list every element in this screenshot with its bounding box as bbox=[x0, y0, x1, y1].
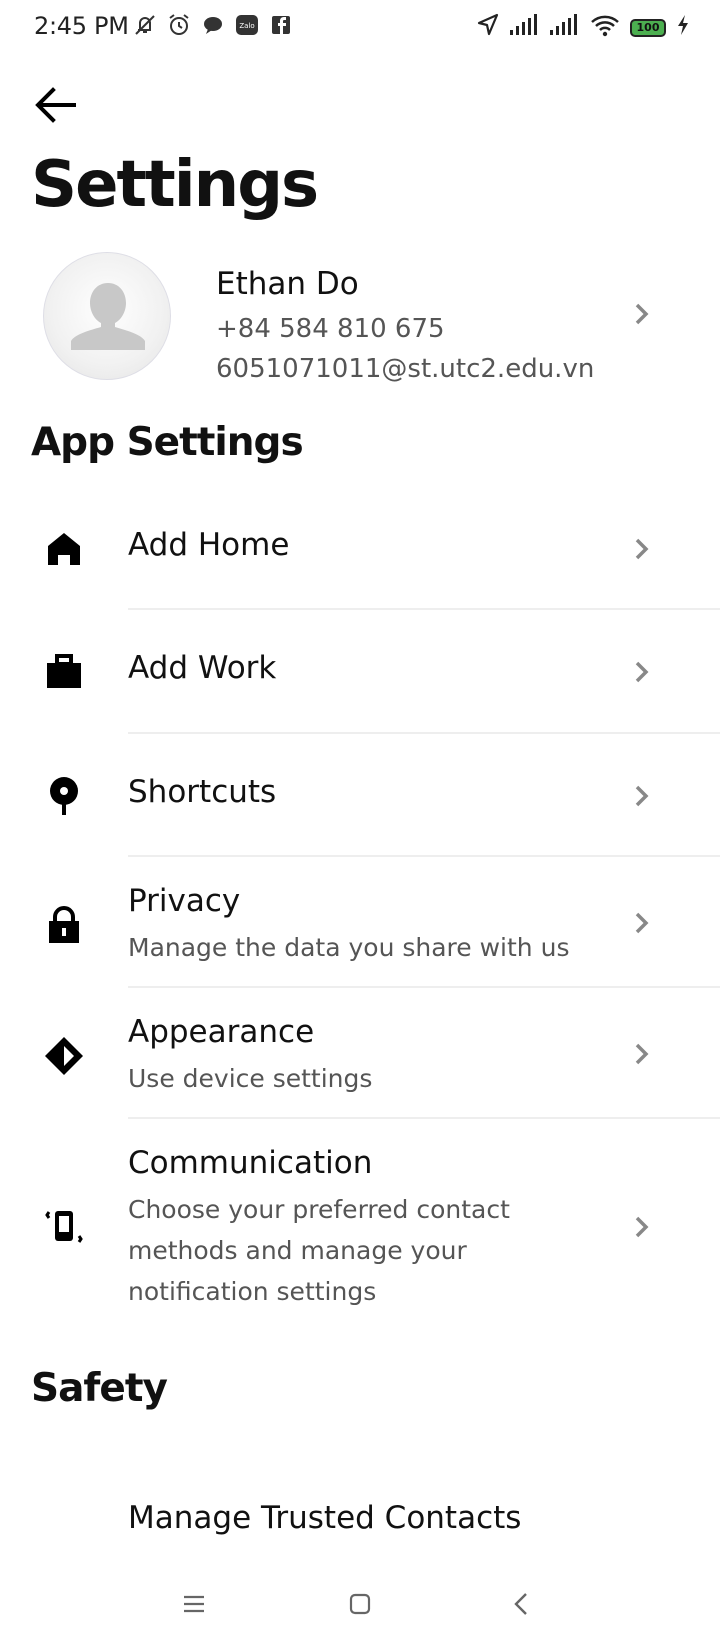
settings-item-communication[interactable]: Communication Choose your preferred cont… bbox=[0, 1137, 720, 1322]
chevron-right-icon bbox=[635, 912, 649, 934]
wifi-icon bbox=[590, 13, 620, 42]
subtitle-line: notification settings bbox=[128, 1277, 377, 1306]
settings-item-add-home[interactable]: Add Home bbox=[0, 505, 720, 610]
settings-item-subtitle: Choose your preferred contact methods an… bbox=[128, 1189, 598, 1312]
subtitle-line: Choose your preferred contact bbox=[128, 1195, 510, 1224]
settings-item-label: Communication bbox=[128, 1145, 373, 1181]
page-title: Settings bbox=[31, 148, 319, 222]
avatar bbox=[43, 252, 171, 380]
divider bbox=[128, 1117, 720, 1119]
facebook-icon bbox=[268, 12, 294, 38]
chevron-right-icon bbox=[635, 661, 649, 683]
status-bar: 2:45 PM Zalo 100 bbox=[0, 0, 720, 56]
settings-item-label: Add Work bbox=[128, 650, 277, 686]
zalo-icon: Zalo bbox=[234, 12, 260, 38]
system-status-icons: 100 bbox=[476, 12, 690, 43]
settings-item-label: Shortcuts bbox=[128, 774, 277, 810]
alarm-icon bbox=[166, 12, 192, 38]
settings-item-appearance[interactable]: Appearance Use device settings bbox=[0, 1006, 720, 1116]
chat-icon bbox=[200, 12, 226, 38]
settings-item-privacy[interactable]: Privacy Manage the data you share with u… bbox=[0, 875, 720, 985]
divider bbox=[128, 855, 720, 857]
system-nav-bar bbox=[0, 1560, 720, 1650]
settings-item-subtitle: Manage the data you share with us bbox=[128, 933, 570, 962]
chevron-right-icon bbox=[635, 538, 649, 560]
signal-icon bbox=[550, 14, 580, 41]
back-button[interactable] bbox=[30, 80, 80, 130]
appearance-icon bbox=[44, 1036, 84, 1076]
chevron-right-icon bbox=[635, 1043, 649, 1065]
section-title-app-settings: App Settings bbox=[31, 420, 304, 465]
section-title-safety: Safety bbox=[31, 1366, 168, 1411]
settings-item-shortcuts[interactable]: Shortcuts bbox=[0, 752, 720, 857]
notification-icons: Zalo bbox=[132, 12, 294, 38]
settings-item-label: Privacy bbox=[128, 883, 241, 919]
settings-item-manage-trusted-contacts[interactable]: Manage Trusted Contacts bbox=[0, 1460, 720, 1560]
pin-icon bbox=[44, 776, 84, 816]
arrow-left-icon bbox=[35, 87, 76, 123]
settings-item-subtitle: Use device settings bbox=[128, 1064, 373, 1093]
settings-item-add-work[interactable]: Add Work bbox=[0, 628, 720, 733]
person-placeholder-icon bbox=[71, 283, 145, 350]
chevron-right-icon bbox=[635, 1216, 649, 1238]
settings-item-label: Appearance bbox=[128, 1014, 315, 1050]
battery-icon: 100 bbox=[630, 18, 666, 37]
home-icon bbox=[44, 529, 84, 569]
charging-icon bbox=[676, 14, 690, 41]
chevron-right-icon bbox=[635, 303, 649, 325]
home-square-icon[interactable] bbox=[338, 1582, 382, 1626]
mute-icon bbox=[132, 12, 158, 38]
back-chevron-icon[interactable] bbox=[500, 1582, 544, 1626]
profile-name: Ethan Do bbox=[216, 266, 359, 302]
settings-item-label: Add Home bbox=[128, 527, 290, 563]
profile-card[interactable]: Ethan Do +84 584 810 675 6051071011@st.u… bbox=[0, 252, 720, 384]
divider bbox=[128, 608, 720, 610]
lock-icon bbox=[44, 905, 84, 945]
subtitle-line: methods and manage your bbox=[128, 1236, 467, 1265]
phone-vibrate-icon bbox=[44, 1207, 84, 1247]
profile-email: 6051071011@st.utc2.edu.vn bbox=[216, 354, 595, 384]
settings-item-label: Manage Trusted Contacts bbox=[128, 1500, 522, 1536]
briefcase-icon bbox=[44, 652, 84, 692]
chevron-right-icon bbox=[635, 785, 649, 807]
divider bbox=[128, 732, 720, 734]
profile-phone: +84 584 810 675 bbox=[216, 314, 445, 344]
divider bbox=[128, 986, 720, 988]
svg-text:Zalo: Zalo bbox=[239, 22, 254, 30]
signal-icon bbox=[510, 14, 540, 41]
menu-icon[interactable] bbox=[172, 1582, 216, 1626]
location-icon bbox=[476, 12, 500, 43]
status-time: 2:45 PM bbox=[34, 12, 129, 40]
